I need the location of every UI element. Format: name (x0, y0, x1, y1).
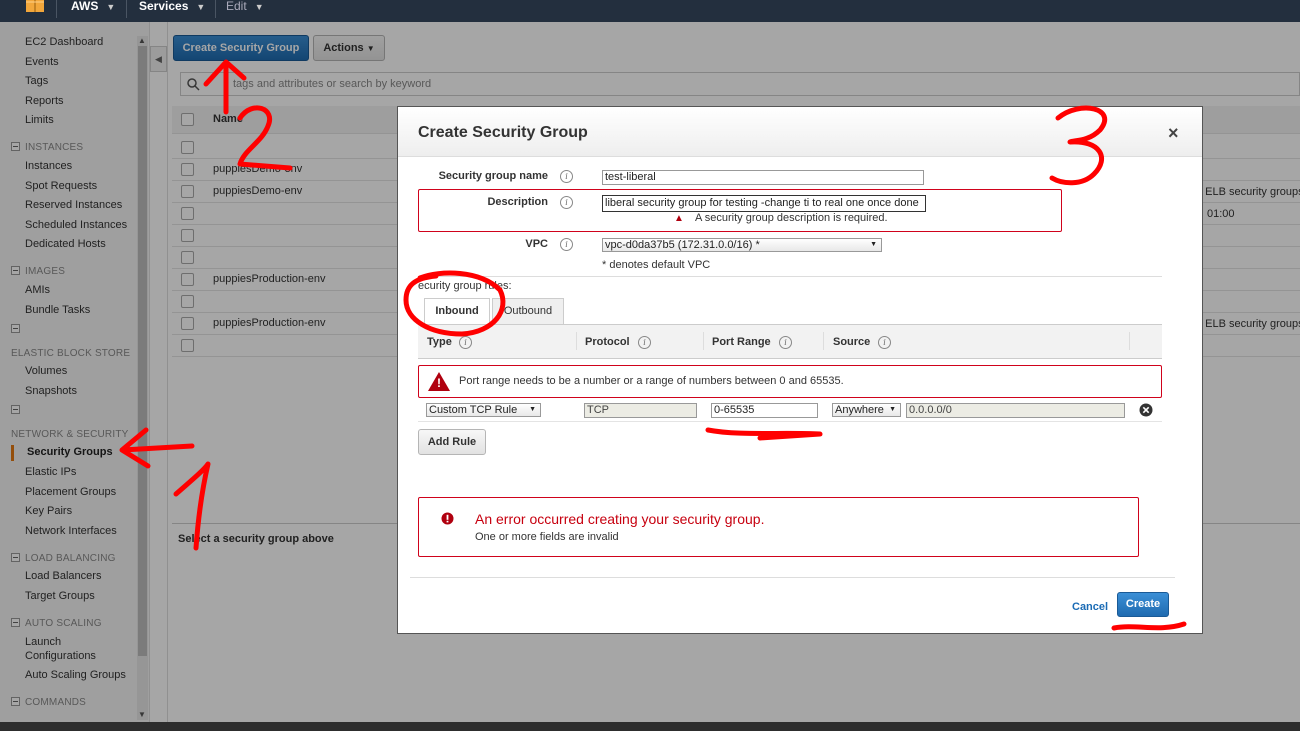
info-icon[interactable]: i (779, 336, 792, 349)
chevron-down-icon: ▼ (106, 2, 116, 12)
info-icon[interactable]: i (638, 336, 651, 349)
chevron-down-icon: ▼ (889, 406, 896, 413)
submission-error-detail: One or more fields are invalid (475, 531, 619, 543)
aws-menu-label: AWS (71, 0, 99, 13)
chevron-down-icon: ▼ (870, 241, 877, 248)
vpc-note: * denotes default VPC (602, 259, 711, 271)
description-label: Description (487, 196, 548, 208)
chevron-down-icon: ▼ (254, 2, 264, 12)
description-error: ▲ A security group description is requir… (674, 212, 888, 224)
security-group-name-input[interactable]: test-liberal (602, 170, 924, 185)
services-menu[interactable]: Services ▼ (139, 0, 205, 22)
warning-icon: ! (428, 372, 450, 391)
warning-icon: ▲ (674, 213, 684, 224)
description-input[interactable]: liberal security group for testing -chan… (602, 195, 926, 212)
tab-inbound[interactable]: Inbound (424, 298, 490, 324)
create-security-group-dialog: Create Security Group × Security group n… (397, 106, 1203, 634)
info-icon[interactable]: i (560, 196, 573, 209)
services-menu-label: Services (139, 0, 189, 13)
edit-menu-label: Edit (226, 0, 247, 13)
protocol-field: TCP (584, 403, 697, 418)
vpc-label: VPC (525, 238, 548, 250)
description-error-text: A security group description is required… (694, 212, 888, 224)
rules-label: ecurity group rules: (418, 280, 512, 292)
name-label: Security group name (438, 170, 548, 182)
column-header-source: Source (833, 336, 871, 348)
source-cidr-input[interactable]: 0.0.0.0/0 (906, 403, 1125, 418)
rule-type-select[interactable]: Custom TCP Rule ▼ (426, 403, 541, 417)
chevron-down-icon: ▼ (196, 2, 206, 12)
dialog-title: Create Security Group (418, 124, 588, 141)
divider (418, 421, 1162, 422)
column-divider (703, 332, 704, 350)
divider (418, 276, 1162, 277)
column-divider (1129, 332, 1130, 350)
column-divider (823, 332, 824, 350)
close-icon[interactable]: × (1168, 123, 1179, 144)
chevron-down-icon: ▼ (529, 406, 536, 413)
rule-type-value: Custom TCP Rule (429, 404, 518, 416)
vpc-select-value: vpc-d0da37b5 (172.31.0.0/16) * (605, 239, 760, 251)
vpc-select[interactable]: vpc-d0da37b5 (172.31.0.0/16) * ▼ (602, 238, 882, 252)
create-button[interactable]: Create (1117, 592, 1169, 617)
column-header-port-range: Port Range (712, 336, 771, 348)
edit-menu[interactable]: Edit ▼ (226, 0, 264, 22)
submission-error-title: An error occurred creating your security… (475, 511, 765, 527)
add-rule-button[interactable]: Add Rule (418, 429, 486, 455)
column-header-protocol: Protocol (585, 336, 630, 348)
nav-divider (56, 0, 57, 18)
info-icon[interactable]: i (878, 336, 891, 349)
info-icon[interactable]: i (459, 336, 472, 349)
source-select[interactable]: Anywhere ▼ (832, 403, 901, 417)
info-icon[interactable]: i (560, 238, 573, 251)
dialog-header: Create Security Group × (398, 107, 1202, 157)
top-nav: AWS ▼ Services ▼ Edit ▼ (0, 0, 1300, 22)
nav-divider (215, 0, 216, 18)
nav-divider (126, 0, 127, 18)
column-divider (576, 332, 577, 350)
info-icon[interactable]: i (560, 170, 573, 183)
tab-outbound[interactable]: Outbound (492, 298, 564, 324)
bottom-bar (0, 722, 1300, 731)
port-range-input[interactable]: 0-65535 (711, 403, 818, 418)
column-header-type: Type (427, 336, 452, 348)
error-icon (441, 512, 454, 525)
aws-menu[interactable]: AWS ▼ (71, 0, 115, 22)
source-select-value: Anywhere (835, 404, 884, 416)
aws-cube-icon[interactable] (26, 0, 44, 14)
submission-error-box (418, 497, 1139, 557)
divider (410, 577, 1175, 578)
remove-rule-icon[interactable] (1139, 403, 1153, 417)
cancel-link[interactable]: Cancel (1072, 601, 1108, 613)
port-range-error: Port range needs to be a number or a ran… (459, 375, 844, 387)
